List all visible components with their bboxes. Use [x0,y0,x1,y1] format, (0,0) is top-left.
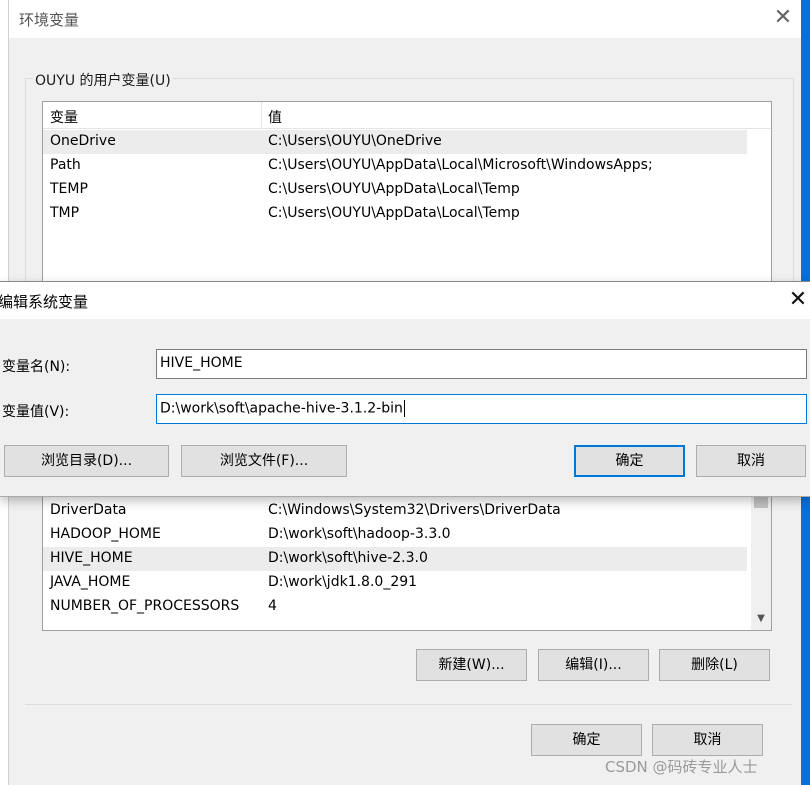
system-list-scrollbar[interactable]: ▼ [751,480,771,630]
variable-value-cell: C:\Users\OUYU\AppData\Local\Temp [268,205,520,221]
table-row[interactable]: Path C:\Users\OUYU\AppData\Local\Microsof… [43,154,747,178]
variable-name-cell: Path [50,157,81,173]
variable-name-label: 变量名(N): [2,359,71,375]
text-caret [403,400,405,417]
column-header-variable[interactable]: 变量 [50,107,78,127]
system-variables-list[interactable]: DriverData C:\Windows\System32\Drivers\Dr… [42,480,772,631]
variable-value-cell: D:\work\jdk1.8.0_291 [268,574,418,590]
dialog-cancel-button[interactable]: 取消 [696,445,806,477]
env-cancel-button[interactable]: 取消 [652,724,763,756]
new-variable-button[interactable]: 新建(W)... [416,649,527,681]
variable-name-cell: HIVE_HOME [50,550,133,566]
window-title: 环境变量 [19,11,80,29]
env-ok-button[interactable]: 确定 [531,724,642,756]
dialog-title: 编辑系统变量 [0,293,89,311]
variable-value-cell: D:\work\soft\hive-2.3.0 [268,550,428,566]
variable-name-cell: JAVA_HOME [50,574,131,590]
edit-system-variable-dialog: 编辑系统变量 ✕ 变量名(N): HIVE_HOME 变量值(V): D:\wo… [0,281,810,497]
watermark-text: CSDN @码砖专业人士 [605,758,758,776]
scrollbar-thumb[interactable] [754,496,768,508]
table-row[interactable]: DriverData C:\Windows\System32\Drivers\Dr… [43,499,747,523]
variable-name-cell: HADOOP_HOME [50,526,161,542]
user-variables-group-label: OUYU 的用户变量(U) [33,70,173,90]
variable-value-cell: C:\Users\OUYU\OneDrive [268,133,442,149]
group-bottom-border [25,704,792,705]
window-titlebar: 环境变量 ✕ [9,0,801,38]
variable-value-label: 变量值(V): [2,404,70,420]
column-separator [261,102,262,128]
variable-value-cell: C:\Users\OUYU\AppData\Local\Microsoft\Wi… [268,157,653,173]
variable-value-cell: 4 [268,598,277,614]
table-row[interactable]: HADOOP_HOME D:\work\soft\hadoop-3.3.0 [43,523,747,547]
variable-value-input[interactable]: D:\work\soft\apache-hive-3.1.2-bin [156,394,807,424]
dialog-ok-button[interactable]: 确定 [574,445,685,477]
variable-name-cell: OneDrive [50,133,116,149]
browse-directory-button[interactable]: 浏览目录(D)... [4,445,169,477]
table-row[interactable]: HIVE_HOME D:\work\soft\hive-2.3.0 [43,547,747,571]
variable-name-cell: TMP [50,205,80,221]
table-row[interactable]: TEMP C:\Users\OUYU\AppData\Local\Temp [43,178,747,202]
user-variables-list[interactable]: 变量 值 OneDrive C:\Users\OUYU\OneDrive Path C… [42,101,772,293]
column-header-value[interactable]: 值 [268,107,282,127]
scroll-down-icon[interactable]: ▼ [751,610,771,628]
table-row[interactable]: TMP C:\Users\OUYU\AppData\Local\Temp [43,202,747,226]
edit-variable-button[interactable]: 编辑(I)... [538,649,649,681]
variable-name-input[interactable]: HIVE_HOME [156,349,807,379]
dialog-titlebar: 编辑系统变量 ✕ [0,282,810,319]
browse-file-button[interactable]: 浏览文件(F)... [181,445,347,477]
variable-value-cell: D:\work\soft\hadoop-3.3.0 [268,526,451,542]
close-icon[interactable]: ✕ [769,4,797,32]
delete-variable-button[interactable]: 删除(L) [659,649,770,681]
table-row[interactable]: OneDrive C:\Users\OUYU\OneDrive [43,130,747,154]
list-header: 变量 值 [43,102,771,129]
variable-name-cell: NUMBER_OF_PROCESSORS [50,598,240,614]
variable-name-cell: DriverData [50,502,127,518]
variable-value-cell: C:\Windows\System32\Drivers\DriverData [268,502,561,518]
variable-name-cell: TEMP [50,181,88,197]
table-row[interactable]: JAVA_HOME D:\work\jdk1.8.0_291 [43,571,747,595]
close-icon[interactable]: ✕ [786,286,810,314]
table-row[interactable]: NUMBER_OF_PROCESSORS 4 [43,595,747,619]
variable-value-cell: C:\Users\OUYU\AppData\Local\Temp [268,181,520,197]
